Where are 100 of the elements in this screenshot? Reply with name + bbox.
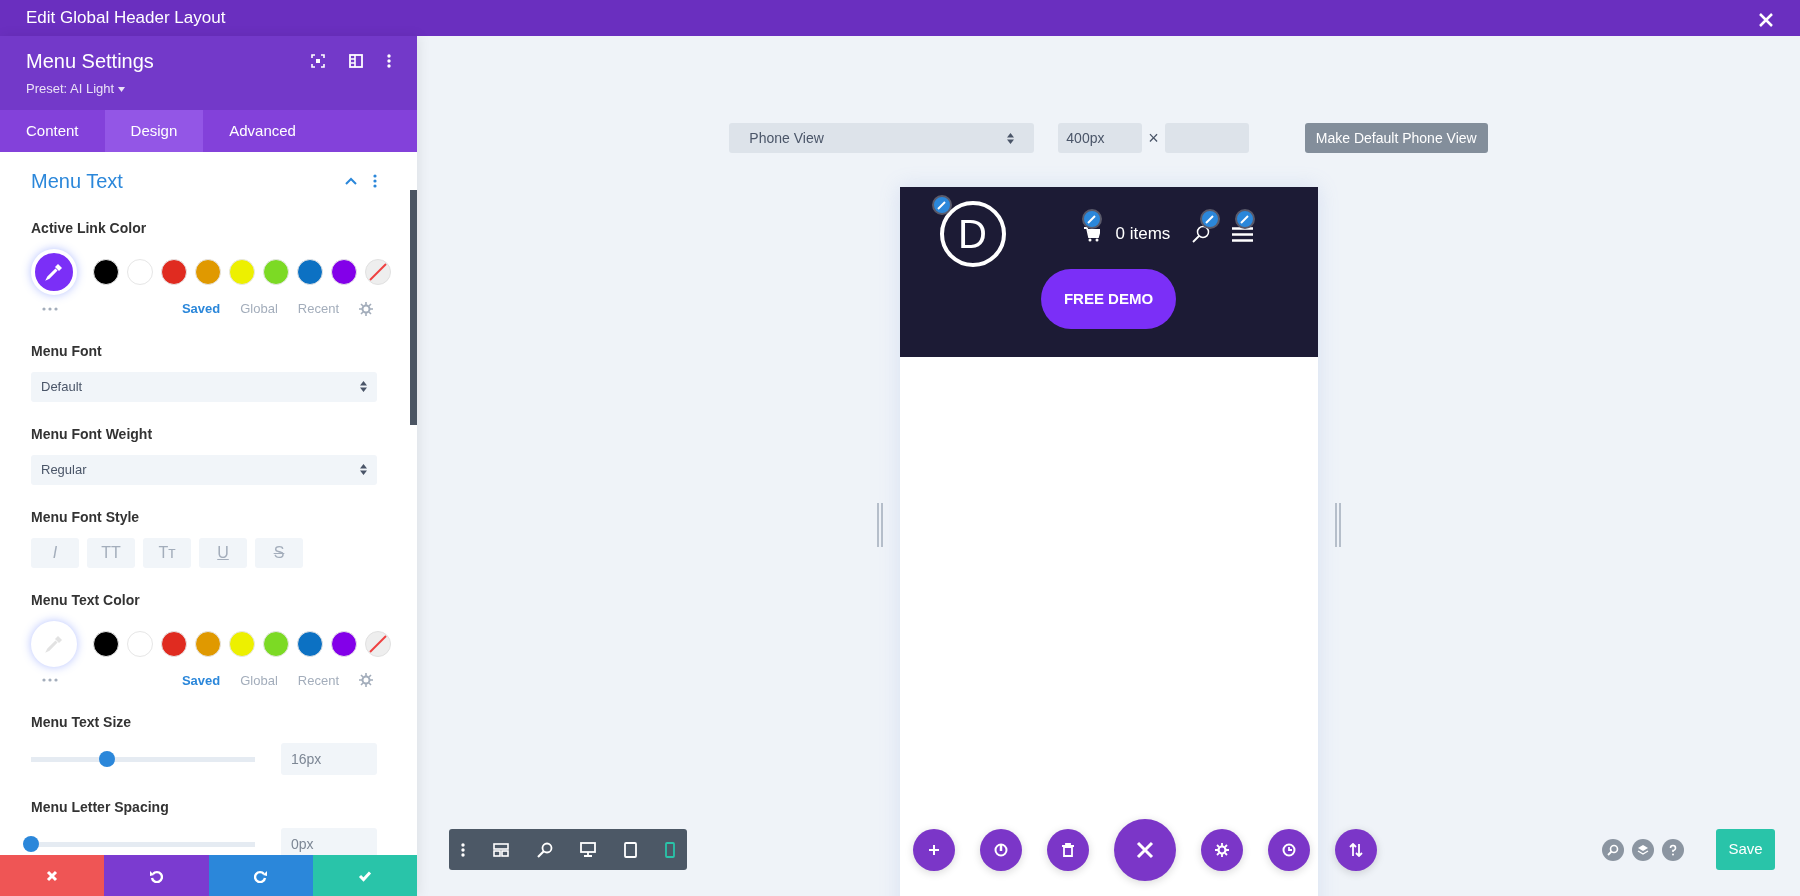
cart-link[interactable]: 0 items xyxy=(1115,221,1171,247)
close-icon xyxy=(1135,840,1154,859)
select-field[interactable]: Default xyxy=(31,371,377,402)
no-color-swatch-icon[interactable] xyxy=(365,259,391,285)
phone-icon xyxy=(665,841,675,858)
pencil-icon xyxy=(937,200,946,210)
settings-icon xyxy=(1214,842,1229,857)
field-label: Menu Text Color xyxy=(31,590,141,610)
window-title: Edit Global Header Layout xyxy=(26,7,226,30)
pencil-icon xyxy=(1205,214,1214,224)
panel-tab[interactable]: Content xyxy=(0,110,105,152)
select-field[interactable]: Regular xyxy=(31,454,377,485)
font-style-button[interactable]: U xyxy=(199,537,247,568)
sort-arrows-icon xyxy=(360,381,367,392)
preset-dropdown[interactable]: Preset: AI Light xyxy=(26,79,125,99)
add-icon xyxy=(927,843,940,856)
zoom-icon xyxy=(536,841,553,858)
panel-tab[interactable]: Design xyxy=(104,110,204,152)
color-swatch[interactable] xyxy=(229,630,255,657)
collapse-icon[interactable] xyxy=(345,177,357,185)
field-label: Menu Font Style xyxy=(31,507,141,527)
field-label: Menu Text Size xyxy=(31,713,133,732)
color-swatch[interactable] xyxy=(161,630,187,657)
view-select[interactable]: Phone View xyxy=(729,123,1035,153)
color-swatch[interactable] xyxy=(297,259,323,285)
tablet-icon xyxy=(624,841,638,858)
palette-tab[interactable]: Saved xyxy=(181,670,221,690)
value-field[interactable]: 16px xyxy=(281,743,377,775)
palette-tab[interactable]: Recent xyxy=(297,670,339,690)
color-swatch[interactable] xyxy=(263,630,289,657)
edit-badge[interactable] xyxy=(931,195,952,215)
color-swatch[interactable] xyxy=(93,259,119,285)
edit-badge[interactable] xyxy=(1234,209,1255,229)
more-options-icon[interactable] xyxy=(387,54,391,68)
field-label: Menu Font Weight xyxy=(31,424,154,444)
palette-tab[interactable]: Global xyxy=(240,670,278,690)
split-view-icon[interactable] xyxy=(349,54,363,68)
search-icon xyxy=(1607,843,1619,856)
resize-handle-icon[interactable] xyxy=(1333,503,1342,547)
search-icon[interactable] xyxy=(1192,225,1211,243)
panel-tab[interactable]: Advanced xyxy=(203,110,322,152)
palette-tab[interactable]: Saved xyxy=(181,299,221,319)
caret-icon xyxy=(117,87,125,93)
more-icon[interactable] xyxy=(42,678,58,683)
cart-icon[interactable] xyxy=(1083,226,1100,242)
edit-badge[interactable] xyxy=(1081,209,1102,229)
sort-arrows-icon xyxy=(1007,132,1015,144)
value-field[interactable]: 0px xyxy=(281,828,377,855)
help-icon xyxy=(1667,843,1679,856)
layers-button[interactable] xyxy=(1632,838,1654,861)
font-style-button[interactable]: Tᴛ xyxy=(143,537,191,568)
redo-icon xyxy=(253,868,268,883)
slider-thumb[interactable] xyxy=(23,836,39,852)
palette-tab[interactable]: Global xyxy=(240,299,278,319)
pencil-icon xyxy=(1240,214,1249,224)
desktop-icon xyxy=(580,842,597,857)
focus-icon[interactable] xyxy=(311,54,325,68)
no-color-swatch-icon[interactable] xyxy=(365,630,391,657)
font-style-button[interactable]: TT xyxy=(87,537,135,568)
color-swatch[interactable] xyxy=(161,259,187,285)
settings-icon[interactable] xyxy=(359,673,373,688)
field-label: Menu Letter Spacing xyxy=(31,798,170,817)
more-options-icon[interactable] xyxy=(373,174,377,188)
slider-thumb[interactable] xyxy=(99,751,116,767)
color-swatch[interactable] xyxy=(229,259,255,285)
width-field[interactable]: 400px xyxy=(1058,123,1143,153)
settings-icon[interactable] xyxy=(359,301,373,316)
edit-badge[interactable] xyxy=(1199,209,1220,229)
color-swatch[interactable] xyxy=(93,630,119,657)
pencil-icon xyxy=(1087,214,1096,224)
color-swatch[interactable] xyxy=(331,630,357,657)
power-icon xyxy=(993,842,1008,857)
save-button[interactable]: Save xyxy=(1716,829,1775,870)
color-swatch[interactable] xyxy=(297,630,323,657)
palette-tab[interactable]: Recent xyxy=(297,299,339,319)
layers-icon xyxy=(1637,843,1649,856)
menu-icon[interactable] xyxy=(1232,226,1254,242)
undo-icon xyxy=(149,868,164,883)
search-button[interactable] xyxy=(1602,838,1624,861)
help-button[interactable] xyxy=(1662,838,1684,861)
color-swatch[interactable] xyxy=(127,259,153,285)
color-swatch[interactable] xyxy=(195,630,221,657)
clock-icon xyxy=(1281,842,1296,857)
resize-handle-icon[interactable] xyxy=(875,503,884,547)
color-swatch[interactable] xyxy=(331,259,357,285)
color-swatch[interactable] xyxy=(195,259,221,285)
portability-button[interactable] xyxy=(1334,828,1377,871)
color-swatch[interactable] xyxy=(263,259,289,285)
eyedropper-icon xyxy=(44,633,64,654)
color-swatch[interactable] xyxy=(127,630,153,657)
font-style-button[interactable]: I xyxy=(31,537,79,568)
sort-arrows-icon xyxy=(1348,842,1363,857)
free-demo-button[interactable]: FREE DEMO xyxy=(1041,269,1176,329)
field-label: Menu Font xyxy=(31,341,103,361)
scrollbar[interactable] xyxy=(410,190,417,425)
more-icon[interactable] xyxy=(42,306,58,311)
font-style-button[interactable]: S xyxy=(255,537,303,568)
eyedropper-icon xyxy=(44,262,64,282)
sort-arrows-icon xyxy=(360,464,367,475)
section-title: Menu Text xyxy=(31,169,123,194)
